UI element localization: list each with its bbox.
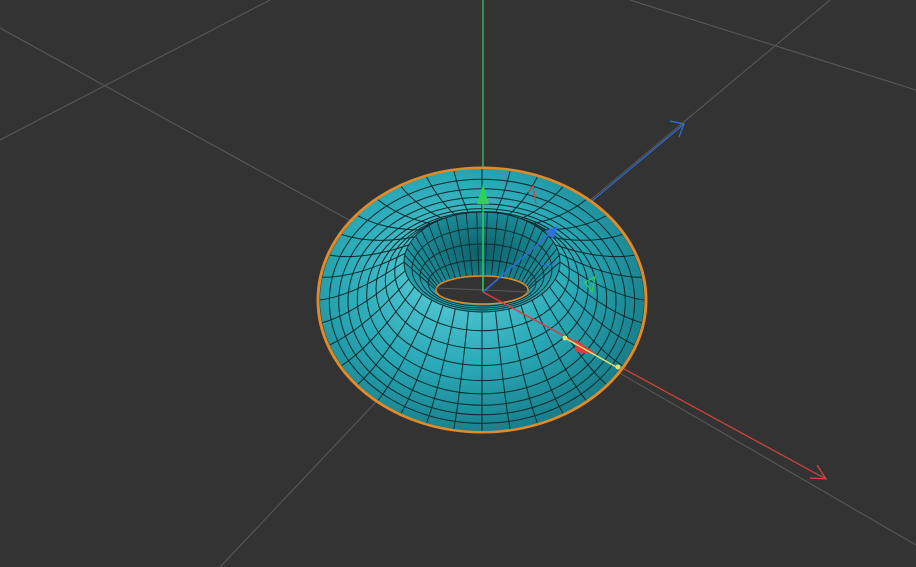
gizmo-plane-dot[interactable] — [562, 335, 568, 341]
grid-line — [629, 0, 916, 91]
scene-canvas[interactable] — [0, 0, 916, 567]
grid-line — [0, 0, 271, 141]
gizmo-plane-dot[interactable] — [615, 364, 621, 370]
3d-viewport[interactable] — [0, 0, 916, 567]
torus-object[interactable] — [316, 166, 648, 434]
